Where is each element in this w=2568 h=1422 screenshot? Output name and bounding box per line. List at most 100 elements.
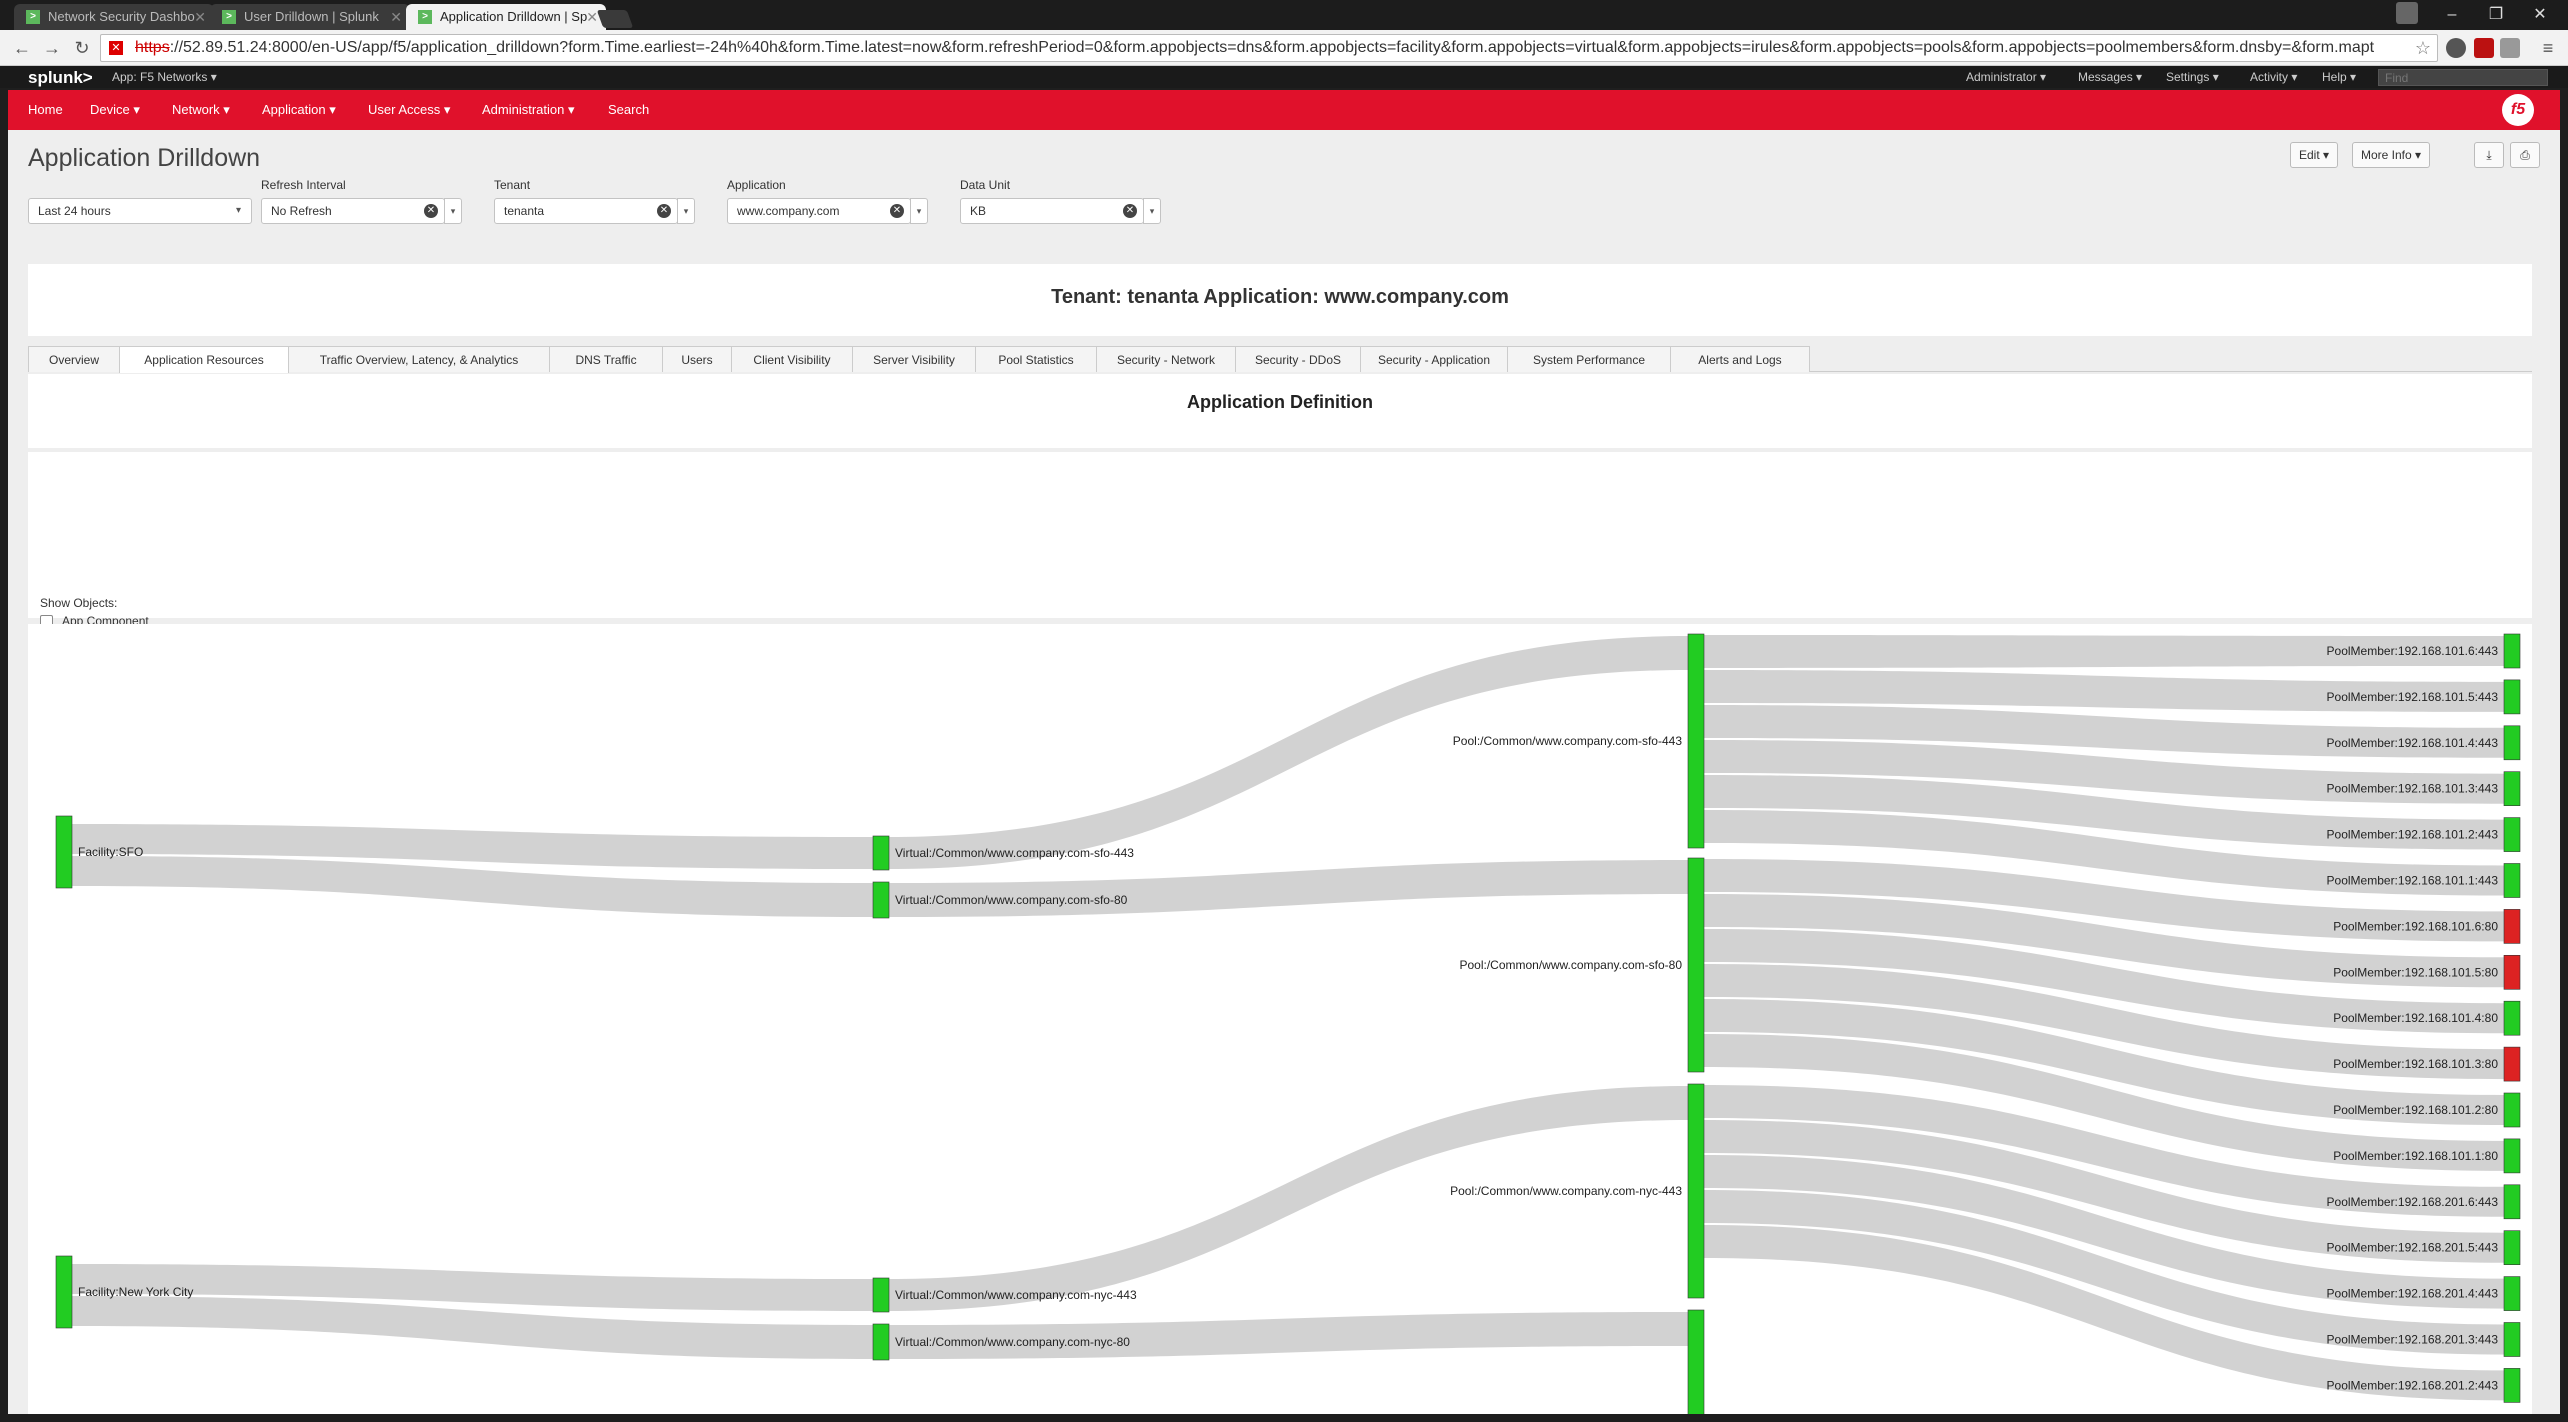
sankey-node-pool-member[interactable] (2503, 1000, 2521, 1036)
nav-network[interactable]: Network ▾ (172, 102, 230, 118)
sankey-node-pool-member[interactable] (2503, 817, 2521, 852)
f5-logo: f5 (2502, 94, 2534, 126)
sankey-node-pool-member[interactable] (2503, 1230, 2521, 1266)
data-unit-value: KB (970, 204, 987, 218)
sankey-node-pool-member[interactable] (2503, 863, 2521, 898)
extension-icon[interactable] (2446, 38, 2466, 58)
sankey-node-facility[interactable] (55, 815, 73, 889)
tenant-select[interactable]: tenanta ✕ (494, 198, 678, 224)
more-info-button[interactable]: More Info ▾ (2352, 142, 2431, 168)
close-window-icon[interactable]: ✕ (2518, 0, 2562, 30)
sankey-node-pool[interactable] (1687, 1309, 1705, 1414)
tab-pool-statistics[interactable]: Pool Statistics (975, 346, 1097, 372)
reload-icon[interactable]: ↻ (70, 36, 94, 60)
sankey-node-virtual[interactable] (872, 1323, 890, 1361)
sankey-node-pool-member[interactable] (2503, 771, 2521, 806)
sankey-node-pool-member[interactable] (2503, 909, 2521, 944)
tab-client-visibility[interactable]: Client Visibility (731, 346, 853, 372)
menu-label: Help (2322, 70, 2347, 84)
nav-administration[interactable]: Administration ▾ (482, 102, 575, 118)
sankey-node-pool-member[interactable] (2503, 1138, 2521, 1174)
sankey-node-pool-member[interactable] (2503, 1184, 2521, 1220)
messages-menu[interactable]: Messages ▾ (2078, 70, 2142, 84)
new-tab-button[interactable] (596, 10, 634, 28)
tab-security-ddos[interactable]: Security - DDoS (1235, 346, 1361, 372)
refresh-interval-select[interactable]: No Refresh ✕ (261, 198, 445, 224)
nav-application[interactable]: Application ▾ (262, 102, 336, 118)
tenant-header-panel: Tenant: tenanta Application: www.company… (28, 264, 2532, 336)
nav-label: Application (262, 102, 326, 117)
chevron-down-icon[interactable]: ▾ (677, 198, 695, 224)
tenant-header-title: Tenant: tenanta Application: www.company… (1051, 286, 1509, 308)
address-bar[interactable]: ✕ https://52.89.51.24:8000/en-US/app/f5/… (100, 34, 2438, 62)
splunk-logo[interactable]: splunk> (28, 68, 93, 88)
sankey-node-virtual[interactable] (872, 835, 890, 871)
tab-application-resources[interactable]: Application Resources (119, 346, 289, 373)
close-tab-icon[interactable]: ✕ (390, 4, 402, 30)
sankey-node-pool-member[interactable] (2503, 1368, 2521, 1403)
bookmark-star-icon[interactable]: ☆ (2415, 35, 2431, 61)
edit-button[interactable]: Edit ▾ (2290, 142, 2339, 168)
clear-icon[interactable]: ✕ (1123, 204, 1137, 218)
export-icon[interactable]: ⤓ (2474, 142, 2504, 168)
find-input[interactable] (2378, 69, 2548, 86)
tab-alerts-and-logs[interactable]: Alerts and Logs (1670, 346, 1810, 372)
app-menu[interactable]: App: F5 Networks ▾ (112, 70, 217, 84)
sankey-node-virtual[interactable] (872, 881, 890, 919)
tab-overview[interactable]: Overview (28, 346, 120, 372)
back-icon[interactable]: ← (10, 36, 34, 60)
clear-icon[interactable]: ✕ (657, 204, 671, 218)
tab-security-application[interactable]: Security - Application (1360, 346, 1508, 372)
close-tab-icon[interactable]: ✕ (194, 4, 206, 30)
minimize-icon[interactable]: – (2430, 0, 2474, 30)
menu-icon[interactable]: ≡ (2536, 36, 2560, 60)
browser-tab[interactable]: > User Drilldown | Splunk ✕ (210, 4, 410, 30)
sankey-node-virtual[interactable] (872, 1277, 890, 1313)
sankey-node-facility[interactable] (55, 1255, 73, 1329)
sankey-node-pool-member[interactable] (2503, 1276, 2521, 1311)
help-menu[interactable]: Help ▾ (2322, 70, 2356, 84)
sankey-node-pool-member[interactable] (2503, 1322, 2521, 1357)
forward-icon[interactable]: → (40, 36, 64, 60)
sankey-label-pool-member: PoolMember:192.168.101.2:443 (2327, 828, 2499, 842)
data-unit-select[interactable]: KB ✕ (960, 198, 1144, 224)
sankey-node-pool-member[interactable] (2503, 1092, 2521, 1128)
sankey-node-pool-member[interactable] (2503, 633, 2521, 669)
chevron-down-icon[interactable]: ▾ (444, 198, 462, 224)
sankey-node-pool-member[interactable] (2503, 679, 2521, 715)
nav-user-access[interactable]: User Access ▾ (368, 102, 450, 118)
chevron-down-icon[interactable]: ▾ (910, 198, 928, 224)
tab-system-performance[interactable]: System Performance (1507, 346, 1671, 372)
nav-device[interactable]: Device ▾ (90, 102, 140, 118)
tab-traffic-overview-latency-analytics[interactable]: Traffic Overview, Latency, & Analytics (288, 346, 550, 372)
tab-users[interactable]: Users (662, 346, 732, 372)
sankey-node-pool[interactable] (1687, 633, 1705, 849)
browser-tab[interactable]: > Network Security Dashbo ✕ (14, 4, 214, 30)
nav-home[interactable]: Home (28, 102, 63, 117)
tab-security-network[interactable]: Security - Network (1096, 346, 1236, 372)
browser-tab-active[interactable]: > Application Drilldown | Sp ✕ (406, 4, 606, 30)
tab-dns-traffic[interactable]: DNS Traffic (549, 346, 663, 372)
tab-server-visibility[interactable]: Server Visibility (852, 346, 976, 372)
activity-menu[interactable]: Activity ▾ (2250, 70, 2297, 84)
extension-icon[interactable] (2500, 38, 2520, 58)
settings-menu[interactable]: Settings ▾ (2166, 70, 2219, 84)
sankey-node-pool-member[interactable] (2503, 954, 2521, 990)
restore-icon[interactable]: ❐ (2474, 0, 2518, 30)
print-icon[interactable]: ⎙ (2510, 142, 2540, 168)
time-range-picker[interactable]: Last 24 hours ▾ (28, 198, 252, 224)
profile-icon[interactable] (2396, 2, 2418, 24)
nav-label: User Access (368, 102, 441, 117)
chevron-down-icon[interactable]: ▾ (1143, 198, 1161, 224)
sankey-node-pool[interactable] (1687, 1083, 1705, 1299)
sankey-node-pool[interactable] (1687, 857, 1705, 1073)
sankey-node-pool-member[interactable] (2503, 725, 2521, 761)
nav-search[interactable]: Search (608, 102, 649, 117)
clear-icon[interactable]: ✕ (890, 204, 904, 218)
clear-icon[interactable]: ✕ (424, 204, 438, 218)
sankey-node-pool-member[interactable] (2503, 1046, 2521, 1082)
close-tab-icon[interactable]: ✕ (586, 4, 598, 30)
pdf-extension-icon[interactable] (2474, 38, 2494, 58)
administrator-menu[interactable]: Administrator ▾ (1966, 70, 2046, 84)
application-select[interactable]: www.company.com ✕ (727, 198, 911, 224)
